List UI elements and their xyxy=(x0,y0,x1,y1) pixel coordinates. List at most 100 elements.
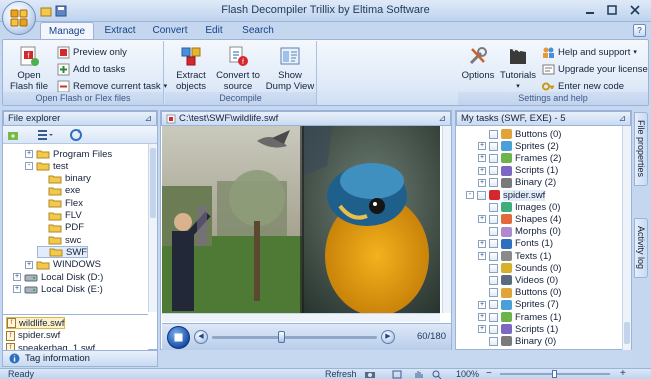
expand-icon[interactable]: + xyxy=(478,325,486,334)
pin-icon[interactable]: ⊿ xyxy=(618,113,626,124)
tab-search[interactable]: Search xyxy=(236,22,280,39)
tree-node[interactable]: binary xyxy=(37,173,91,185)
task-resource-node[interactable]: + Sprites (7) xyxy=(478,299,559,311)
task-resource-node[interactable]: + Frames (2) xyxy=(478,152,561,164)
view-mode-icon[interactable] xyxy=(37,129,53,141)
preview-vertical-scrollbar[interactable] xyxy=(442,126,451,313)
expand-icon[interactable]: + xyxy=(25,260,33,269)
tree-node[interactable]: Flex xyxy=(37,197,83,209)
task-resource-node[interactable]: + Texts (1) xyxy=(478,250,551,262)
task-checkbox[interactable] xyxy=(489,166,498,176)
task-checkbox[interactable] xyxy=(489,178,498,188)
file-list-item[interactable]: f wildlife.swf xyxy=(6,317,66,329)
expand-icon[interactable]: + xyxy=(478,252,486,260)
tree-node[interactable]: SWF xyxy=(37,246,89,259)
task-checkbox[interactable] xyxy=(489,129,498,139)
close-window-button[interactable] xyxy=(627,3,643,17)
expand-icon[interactable]: + xyxy=(478,215,486,224)
task-resource-node[interactable]: Buttons (0) xyxy=(478,287,561,299)
ribbon-help-icon[interactable]: ? xyxy=(633,24,646,37)
upgrade-license-button[interactable]: Upgrade your license xyxy=(542,61,648,77)
zoom-slider-thumb[interactable] xyxy=(552,370,557,378)
tab-file-properties[interactable]: File properties xyxy=(634,112,648,186)
swf-preview-canvas[interactable] xyxy=(162,126,440,313)
pin-icon[interactable]: ⊿ xyxy=(438,113,446,124)
collapse-icon[interactable]: - xyxy=(466,191,474,199)
tree-node[interactable]: + Program Files xyxy=(25,148,112,160)
task-resource-node[interactable]: + Shapes (4) xyxy=(478,213,561,225)
seek-track[interactable] xyxy=(212,336,377,339)
tree-node[interactable]: exe xyxy=(37,185,80,197)
show-dump-view-button[interactable]: Show Dump View xyxy=(265,45,315,92)
tree-scrollbar[interactable] xyxy=(148,144,157,312)
expand-icon[interactable]: + xyxy=(478,300,486,309)
tree-node[interactable]: FLV xyxy=(37,210,82,222)
collapse-icon[interactable]: - xyxy=(25,162,33,171)
task-resource-node[interactable]: Sounds (0) xyxy=(478,262,561,274)
tasks-scroll-thumb[interactable] xyxy=(624,322,630,344)
expand-icon[interactable]: + xyxy=(478,239,486,248)
play-stop-button[interactable] xyxy=(167,326,190,349)
task-checkbox[interactable] xyxy=(489,227,498,237)
expand-icon[interactable]: + xyxy=(25,150,33,158)
next-frame-button[interactable]: ▶ xyxy=(381,330,395,344)
add-folder-icon[interactable] xyxy=(7,129,19,141)
previous-frame-button[interactable]: ◀ xyxy=(194,330,208,344)
hand-tool-icon[interactable] xyxy=(414,370,424,379)
tree-node[interactable]: + Local Disk (E:) xyxy=(13,283,103,295)
task-resource-node[interactable]: Videos (0) xyxy=(478,274,558,286)
expand-icon[interactable]: + xyxy=(478,154,486,163)
tab-activity-log[interactable]: Activity log xyxy=(634,218,648,278)
app-menu-button[interactable] xyxy=(2,1,36,35)
tree-node[interactable]: + Local Disk (D:) xyxy=(13,271,103,283)
tree-node[interactable]: PDF xyxy=(37,222,84,234)
task-checkbox[interactable] xyxy=(489,336,498,346)
options-button[interactable]: Options xyxy=(460,45,496,81)
tasks-scrollbar[interactable] xyxy=(622,126,631,350)
task-checkbox[interactable] xyxy=(477,190,486,200)
task-checkbox[interactable] xyxy=(489,251,498,261)
task-checkbox[interactable] xyxy=(489,300,498,310)
zoom-out-button[interactable]: − xyxy=(486,368,492,379)
expand-icon[interactable]: + xyxy=(13,285,21,294)
expand-icon[interactable]: + xyxy=(478,313,486,321)
task-resource-node[interactable]: + Sprites (2) xyxy=(478,140,559,152)
task-resource-node[interactable]: Binary (0) xyxy=(478,335,556,347)
zoom-fit-icon[interactable] xyxy=(432,370,442,379)
tab-edit[interactable]: Edit xyxy=(198,22,230,39)
refresh-icon[interactable] xyxy=(69,128,83,142)
task-checkbox[interactable] xyxy=(489,288,498,298)
open-flash-file-button[interactable]: f Open Flash file xyxy=(7,45,51,92)
task-resource-node[interactable]: Images (0) xyxy=(478,201,560,213)
file-list-item[interactable]: f spider.swf xyxy=(6,330,60,342)
task-checkbox[interactable] xyxy=(489,312,498,322)
task-checkbox[interactable] xyxy=(489,239,498,249)
tag-information-bar[interactable]: Tag information xyxy=(2,350,158,367)
task-resource-node[interactable]: + Scripts (1) xyxy=(478,323,558,335)
task-resource-node[interactable]: + Frames (1) xyxy=(478,311,561,323)
tab-convert[interactable]: Convert xyxy=(146,22,194,39)
refresh-button[interactable]: Refresh xyxy=(325,369,357,379)
tab-extract[interactable]: Extract xyxy=(98,22,142,39)
help-and-support-button[interactable]: Help and support ▾ xyxy=(542,44,637,60)
maximize-button[interactable] xyxy=(604,3,620,17)
tree-scroll-thumb[interactable] xyxy=(150,148,156,218)
tree-node[interactable]: + WINDOWS xyxy=(25,259,101,271)
task-checkbox[interactable] xyxy=(489,275,498,285)
tree-node[interactable]: - test xyxy=(25,160,68,172)
task-resource-node[interactable]: Buttons (0) xyxy=(478,128,561,140)
expand-icon[interactable]: + xyxy=(478,166,486,175)
task-checkbox[interactable] xyxy=(489,202,498,212)
task-checkbox[interactable] xyxy=(489,141,498,151)
camera-icon[interactable] xyxy=(364,370,376,379)
expand-icon[interactable]: + xyxy=(478,142,486,151)
preview-only-button[interactable]: Preview only xyxy=(57,44,127,60)
pin-icon[interactable]: ⊿ xyxy=(144,113,152,124)
task-checkbox[interactable] xyxy=(489,324,498,334)
minimize-button[interactable] xyxy=(582,3,598,17)
add-to-tasks-button[interactable]: Add to tasks xyxy=(57,61,125,77)
tutorials-button[interactable]: Tutorials ▾ xyxy=(498,45,538,92)
fit-icon[interactable] xyxy=(392,370,402,379)
task-checkbox[interactable] xyxy=(489,263,498,273)
tab-manage[interactable]: Manage xyxy=(40,22,94,39)
